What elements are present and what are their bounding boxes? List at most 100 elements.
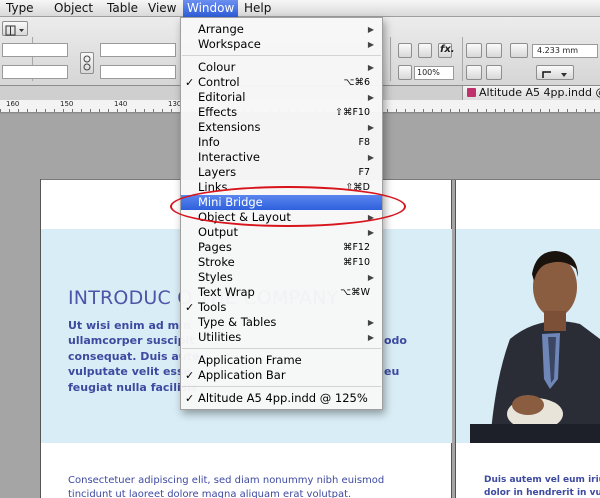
body-paragraph-right: Duis autem vel eum iriure dolor in hendr… (484, 475, 600, 498)
menu-item-shortcut: ⌘F10 (342, 257, 370, 268)
checkmark-icon: ✓ (185, 369, 195, 382)
submenu-arrow-icon: ▶ (367, 273, 374, 282)
height-field[interactable] (100, 65, 176, 79)
chain-link-icon (83, 55, 91, 71)
zoom-field[interactable]: 100% (414, 66, 454, 80)
menu-item-effects[interactable]: Effects ⇧⌘F10 (181, 105, 382, 120)
menu-item-application-bar[interactable]: ✓ Application Bar (181, 368, 382, 383)
menu-item-label: Effects (198, 105, 238, 119)
menu-item-label: Extensions (198, 120, 261, 134)
menu-item-label: Tools (198, 300, 227, 314)
menu-item-pages[interactable]: Pages ⌘F12 (181, 240, 382, 255)
wrap-button[interactable] (486, 43, 502, 58)
menu-item-shortcut: ⇧⌘F10 (334, 107, 370, 118)
menu-item-shortcut: F7 (358, 167, 370, 178)
submenu-arrow-icon: ▶ (367, 153, 374, 162)
menu-item-output[interactable]: Output ▶ (181, 225, 382, 240)
menu-item-layers[interactable]: Layers F7 (181, 165, 382, 180)
menu-item-control[interactable]: ✓ Control ⌥⌘6 (181, 75, 382, 90)
menu-item-label: Layers (198, 165, 237, 179)
menu-item-stroke[interactable]: Stroke ⌘F10 (181, 255, 382, 270)
menu-item-label: Stroke (198, 255, 235, 269)
menu-item-label: Altitude A5 4pp.indd @ 125% (198, 391, 368, 405)
menu-item-shortcut: ⌘F12 (342, 242, 370, 253)
checkmark-icon: ✓ (185, 392, 195, 405)
stroke-weight-button[interactable] (466, 43, 482, 58)
submenu-arrow-icon: ▶ (367, 333, 374, 342)
menu-type[interactable]: Type (6, 1, 34, 16)
rotate-cw-button[interactable] (398, 43, 412, 58)
menu-item-application-frame[interactable]: Application Frame (181, 353, 382, 368)
corner-button[interactable] (510, 43, 528, 58)
width-field[interactable] (100, 43, 176, 57)
constrain-proportions-button[interactable] (80, 52, 94, 74)
menu-divider (182, 55, 381, 56)
menu-table[interactable]: Table (107, 1, 138, 16)
menu-item-altitude-a5-4pp-indd-125[interactable]: ✓ Altitude A5 4pp.indd @ 125% (181, 391, 382, 406)
stroke-type-button[interactable] (466, 65, 482, 80)
document-icon (467, 88, 476, 97)
menu-item-label: Utilities (198, 330, 242, 344)
business-person-photo[interactable] (470, 229, 600, 443)
submenu-arrow-icon: ▶ (367, 25, 374, 34)
flip-button[interactable] (418, 43, 432, 58)
menu-item-label: Styles (198, 270, 233, 284)
menu-help[interactable]: Help (244, 1, 271, 16)
corner-shape-icon (542, 71, 567, 78)
menu-item-workspace[interactable]: Workspace ▶ (181, 37, 382, 52)
document-tab[interactable]: Altitude A5 4pp.indd @ 1 (462, 86, 600, 100)
menu-item-label: Editorial (198, 90, 246, 104)
grid-icon (5, 25, 24, 36)
menu-item-label: Interactive (198, 150, 260, 164)
checkmark-icon: ✓ (185, 301, 195, 314)
menu-divider (182, 348, 381, 349)
offset-field[interactable]: 4.233 mm (532, 44, 598, 58)
menu-item-interactive[interactable]: Interactive ▶ (181, 150, 382, 165)
align-button[interactable] (486, 65, 502, 80)
menu-item-shortcut: F8 (358, 137, 370, 148)
menu-item-colour[interactable]: Colour ▶ (181, 60, 382, 75)
menu-item-styles[interactable]: Styles ▶ (181, 270, 382, 285)
menu-object[interactable]: Object (54, 1, 93, 16)
menu-item-shortcut: ⌥⌘W (340, 287, 370, 298)
menu-item-label: Output (198, 225, 238, 239)
menu-item-label: Colour (198, 60, 236, 74)
menu-window[interactable]: Window (183, 0, 239, 17)
menu-item-text-wrap[interactable]: Text Wrap ⌥⌘W (181, 285, 382, 300)
menu-item-type-tables[interactable]: Type & Tables ▶ (181, 315, 382, 330)
submenu-arrow-icon: ▶ (367, 63, 374, 72)
menu-item-label: Type & Tables (198, 315, 277, 329)
submenu-arrow-icon: ▶ (367, 318, 374, 327)
panel-layout-menu-button[interactable] (2, 21, 28, 36)
checkmark-icon: ✓ (185, 76, 195, 89)
menu-item-arrange[interactable]: Arrange ▶ (181, 22, 382, 37)
menu-bar: Type Object Table View Window Help (0, 0, 600, 17)
menu-item-label: Control (198, 75, 240, 89)
menu-item-editorial[interactable]: Editorial ▶ (181, 90, 382, 105)
lead-paragraph-right-fragments: odo eu (384, 334, 407, 378)
submenu-arrow-icon: ▶ (367, 40, 374, 49)
menu-divider (182, 386, 381, 387)
menu-view[interactable]: View (148, 1, 176, 16)
menu-item-label: Pages (198, 240, 232, 254)
menu-item-label: Info (198, 135, 220, 149)
x-position-field[interactable] (2, 43, 68, 57)
corner-shape-select[interactable] (536, 65, 574, 80)
fx-icon[interactable]: fx. (440, 44, 455, 56)
menu-item-utilities[interactable]: Utilities ▶ (181, 330, 382, 345)
submenu-arrow-icon: ▶ (367, 93, 374, 102)
menu-item-label: Text Wrap (198, 285, 255, 299)
menu-item-extensions[interactable]: Extensions ▶ (181, 120, 382, 135)
menu-item-label: Application Frame (198, 353, 302, 367)
photo-image (470, 229, 600, 443)
menu-item-label: Arrange (198, 22, 244, 36)
menu-item-tools[interactable]: ✓ Tools (181, 300, 382, 315)
opacity-button[interactable] (398, 65, 412, 80)
submenu-arrow-icon: ▶ (367, 228, 374, 237)
menu-item-label: Application Bar (198, 368, 286, 382)
menu-item-label: Workspace (198, 37, 261, 51)
annotation-ellipse (170, 186, 406, 227)
y-position-field[interactable] (2, 65, 68, 79)
submenu-arrow-icon: ▶ (367, 123, 374, 132)
menu-item-info[interactable]: Info F8 (181, 135, 382, 150)
